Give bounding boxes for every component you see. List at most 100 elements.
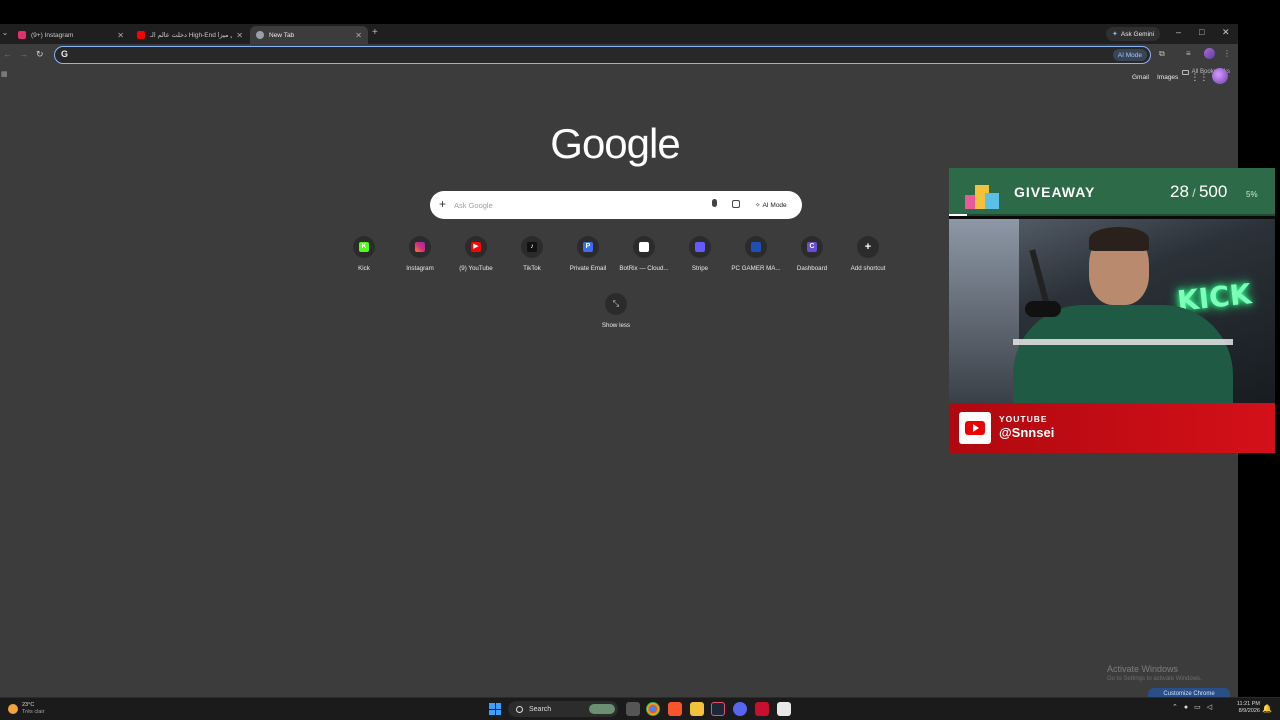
account-avatar[interactable] xyxy=(1212,68,1228,84)
more-menu-icon[interactable]: ⋮ xyxy=(1223,49,1231,58)
ai-mode-button[interactable]: AI Mode xyxy=(1112,49,1147,61)
windows-start-icon[interactable] xyxy=(489,703,501,715)
task-view-icon[interactable] xyxy=(626,702,640,716)
shortcut-tile[interactable]: PC GAMER MA... xyxy=(728,236,784,272)
shirt-stripe xyxy=(1013,339,1233,345)
gemini-sparkle-icon: ✦ xyxy=(1112,31,1118,38)
notepad-taskbar-icon[interactable] xyxy=(777,702,791,716)
shortcut-tile[interactable]: BotRix — Cloud... xyxy=(616,236,672,272)
shortcut-label: BotRix — Cloud... xyxy=(619,265,669,272)
tray-app-icon[interactable]: ● xyxy=(1184,704,1188,711)
steam-taskbar-icon[interactable] xyxy=(711,702,725,716)
tab-close-icon[interactable]: ✕ xyxy=(236,31,243,40)
extensions-icon[interactable]: ⧉ xyxy=(1159,49,1165,59)
add-attachment-icon[interactable]: + xyxy=(439,197,446,211)
activate-subtitle: Go to Settings to activate Windows. xyxy=(1107,676,1202,682)
shortcut-label: Stripe xyxy=(691,265,709,272)
clock[interactable]: 11:21 PM 8/9/2026 xyxy=(1232,701,1260,715)
shortcut-icon-circle: C xyxy=(801,236,823,258)
forward-button[interactable]: → xyxy=(19,49,28,59)
apps-grid-icon[interactable]: ▦ xyxy=(1,70,8,78)
tab-instagram[interactable]: (9+) Instagram ✕ xyxy=(12,26,130,44)
google-apps-icon[interactable]: ⋮⋮ xyxy=(1190,72,1208,83)
tiktok-icon: ♪ xyxy=(527,242,537,252)
network-icon[interactable]: ▭ xyxy=(1194,703,1201,711)
giveaway-progress xyxy=(949,214,1275,216)
youtube-icon: ▶ xyxy=(471,242,481,252)
maximize-button[interactable]: □ xyxy=(1199,27,1204,37)
address-input[interactable] xyxy=(75,49,1075,61)
tab-label: New Tab xyxy=(269,31,295,39)
back-button[interactable]: ← xyxy=(3,49,12,59)
ai-mode-sparkle-icon: ✧ xyxy=(755,202,761,209)
tab-strip: ⌄ (9+) Instagram ✕ دخلت عالم الـ High-En… xyxy=(0,24,1238,44)
shortcut-tile[interactable]: ♪ TikTok xyxy=(504,236,560,272)
close-window-button[interactable]: ✕ xyxy=(1222,27,1230,38)
minimize-button[interactable]: – xyxy=(1176,27,1181,37)
taskbar-search[interactable]: Search xyxy=(508,701,618,717)
shortcut-icon-circle: + xyxy=(857,236,879,258)
tab-youtube-video[interactable]: دخلت عالم الـ High-End في ميزا... ✕ xyxy=(131,26,249,44)
tab-label: دخلت عالم الـ High-End في ميزا... xyxy=(150,32,232,39)
weather-widget[interactable]: 23°C Très clair xyxy=(8,702,44,716)
file-explorer-icon[interactable] xyxy=(690,702,704,716)
show-less-button[interactable]: ⤡ Show less xyxy=(588,293,644,329)
shortcut-tile[interactable]: ▶ (9) YouTube xyxy=(448,236,504,272)
shortcut-tile[interactable]: P Private Email xyxy=(560,236,616,272)
mic-arm xyxy=(1029,249,1051,309)
address-bar[interactable]: G AI Mode xyxy=(54,46,1151,64)
notification-bell-icon[interactable]: 🔔 xyxy=(1262,704,1272,713)
activate-windows-watermark: Activate Windows Go to Settings to activ… xyxy=(1107,664,1202,682)
giveaway-title: GIVEAWAY xyxy=(1014,184,1096,200)
shortcut-label: TikTok xyxy=(523,265,541,272)
app-taskbar-icon[interactable] xyxy=(755,702,769,716)
new-tab-button[interactable]: + xyxy=(372,27,378,38)
shortcut-tile[interactable]: K Kick xyxy=(336,236,392,272)
images-link[interactable]: Images xyxy=(1157,74,1178,81)
microphone xyxy=(1025,301,1061,317)
chrome-favicon-icon xyxy=(256,31,264,39)
tab-new-tab[interactable]: New Tab ✕ xyxy=(250,26,368,44)
shortcut-icon-circle xyxy=(745,236,767,258)
chrome-taskbar-icon[interactable] xyxy=(646,702,660,716)
google-lens-icon[interactable] xyxy=(732,200,740,208)
tray-chevron-icon[interactable]: ⌃ xyxy=(1172,703,1178,711)
private-email-icon: P xyxy=(583,242,593,252)
ask-gemini-button[interactable]: ✦ Ask Gemini xyxy=(1106,27,1161,41)
gmail-link[interactable]: Gmail xyxy=(1132,74,1149,81)
shortcut-tile[interactable]: Stripe xyxy=(672,236,728,272)
shortcut-tile[interactable]: + Add shortcut xyxy=(840,236,896,272)
google-g-icon: G xyxy=(61,49,69,59)
shortcut-icon-circle xyxy=(633,236,655,258)
streamer-body xyxy=(1013,305,1233,403)
taskbar-search-label: Search xyxy=(529,705,552,713)
ntp-search-input[interactable] xyxy=(454,198,704,212)
shortcut-icon-circle xyxy=(409,236,431,258)
shortcut-icon-circle xyxy=(689,236,711,258)
tab-close-icon[interactable]: ✕ xyxy=(117,31,124,40)
shortcut-label: PC GAMER MA... xyxy=(731,265,781,272)
stripe-icon xyxy=(695,242,705,252)
taskbar: 23°C Très clair Search ⌃ ● ▭ ◁ 11:21 PM … xyxy=(0,697,1280,720)
webcam-background xyxy=(949,219,1019,403)
shortcut-icon-circle: P xyxy=(577,236,599,258)
volume-icon[interactable]: ◁ xyxy=(1207,703,1212,711)
system-tray: ⌃ ● ▭ ◁ xyxy=(1172,703,1212,712)
microphone-icon[interactable] xyxy=(712,199,717,207)
ntp-search-box[interactable]: + ✧ AI Mode xyxy=(430,191,802,219)
tab-label: (9+) Instagram xyxy=(31,31,74,39)
tab-search-icon[interactable]: ⌄ xyxy=(0,28,10,40)
discord-taskbar-icon[interactable] xyxy=(733,702,747,716)
shortcut-label: Kick xyxy=(358,265,370,272)
ask-gemini-label: Ask Gemini xyxy=(1120,30,1155,38)
brave-taskbar-icon[interactable] xyxy=(668,702,682,716)
ai-mode-search-button[interactable]: ✧ AI Mode xyxy=(750,197,792,213)
shortcut-icon-circle: ♪ xyxy=(521,236,543,258)
shortcut-tile[interactable]: Instagram xyxy=(392,236,448,272)
tab-close-icon[interactable]: ✕ xyxy=(355,31,362,40)
dashboard-icon: C xyxy=(807,242,817,252)
tab-organizer-icon[interactable]: ≡ xyxy=(1186,49,1191,58)
reload-button[interactable]: ↻ xyxy=(36,49,44,60)
profile-avatar[interactable] xyxy=(1204,48,1215,59)
shortcut-tile[interactable]: C Dashboard xyxy=(784,236,840,272)
